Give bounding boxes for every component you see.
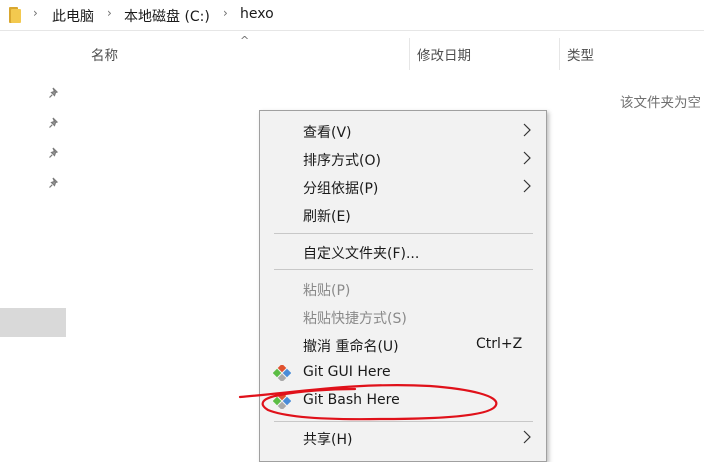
chevron-right-icon — [523, 151, 531, 165]
breadcrumb-this-pc[interactable]: 此电脑 — [52, 6, 94, 26]
menu-item-view[interactable]: 查看(V) — [260, 117, 546, 145]
menu-separator — [274, 233, 533, 234]
menu-item-refresh[interactable]: 刷新(E) — [260, 201, 546, 229]
menu-item-git-bash[interactable]: Git Bash Here — [260, 387, 546, 415]
column-header-type[interactable]: 类型 — [567, 44, 594, 64]
column-divider[interactable] — [409, 38, 410, 70]
menu-item-group[interactable]: 分组依据(P) — [260, 173, 546, 201]
git-gui-icon — [273, 365, 291, 381]
pin-icon[interactable] — [48, 87, 60, 99]
menu-item-label: 撤消 重命名(U) — [303, 339, 399, 355]
menu-item-paste-shortcut[interactable]: 粘贴快捷方式(S) — [260, 303, 546, 331]
menu-item-label: 粘贴(P) — [303, 283, 351, 299]
folder-icon — [9, 7, 23, 23]
chevron-right-icon[interactable]: › — [223, 6, 228, 20]
breadcrumb-local-disk[interactable]: 本地磁盘 (C:) — [124, 6, 210, 26]
empty-folder-message: 该文件夹为空 — [620, 95, 701, 111]
menu-item-shortcut: Ctrl+Z — [476, 336, 523, 352]
column-header-name[interactable]: 名称 — [91, 44, 118, 64]
chevron-right-icon[interactable]: › — [107, 6, 112, 20]
pin-icon[interactable] — [48, 177, 60, 189]
menu-item-label: 刷新(E) — [303, 209, 351, 225]
menu-item-label: 共享(H) — [303, 432, 353, 448]
menu-item-label: 排序方式(O) — [303, 153, 381, 169]
menu-item-paste[interactable]: 粘贴(P) — [260, 275, 546, 303]
chevron-right-icon — [523, 123, 531, 137]
menu-item-label: 自定义文件夹(F)... — [303, 246, 420, 262]
chevron-right-icon — [523, 430, 531, 444]
chevron-right-icon[interactable]: › — [33, 6, 38, 20]
menu-item-label: Git GUI Here — [303, 364, 391, 380]
menu-item-label: 分组依据(P) — [303, 181, 379, 197]
column-header-date[interactable]: 修改日期 — [417, 44, 471, 64]
menu-item-label: Git Bash Here — [303, 392, 400, 408]
breadcrumb-hexo[interactable]: hexo — [240, 6, 274, 22]
menu-item-git-gui[interactable]: Git GUI Here — [260, 359, 546, 387]
pin-icon[interactable] — [48, 117, 60, 129]
menu-item-sort[interactable]: 排序方式(O) — [260, 145, 546, 173]
sort-ascending-icon: ^ — [240, 34, 250, 47]
git-bash-icon — [273, 393, 291, 409]
chevron-right-icon — [523, 179, 531, 193]
menu-item-label: 查看(V) — [303, 125, 352, 141]
nav-item-selected[interactable] — [0, 308, 66, 337]
menu-item-customize-folder[interactable]: 自定义文件夹(F)... — [260, 238, 546, 266]
pin-icon[interactable] — [48, 147, 60, 159]
menu-item-label: 粘贴快捷方式(S) — [303, 311, 407, 327]
column-divider[interactable] — [559, 38, 560, 70]
address-bar[interactable]: › 此电脑 › 本地磁盘 (C:) › hexo — [0, 0, 704, 31]
menu-item-undo-rename[interactable]: 撤消 重命名(U) Ctrl+Z — [260, 331, 546, 359]
menu-separator — [274, 421, 533, 422]
context-menu: 查看(V) 排序方式(O) 分组依据(P) 刷新(E) 自定义文件夹(F)...… — [259, 110, 547, 462]
menu-separator — [274, 269, 533, 270]
menu-item-share[interactable]: 共享(H) — [260, 424, 546, 452]
